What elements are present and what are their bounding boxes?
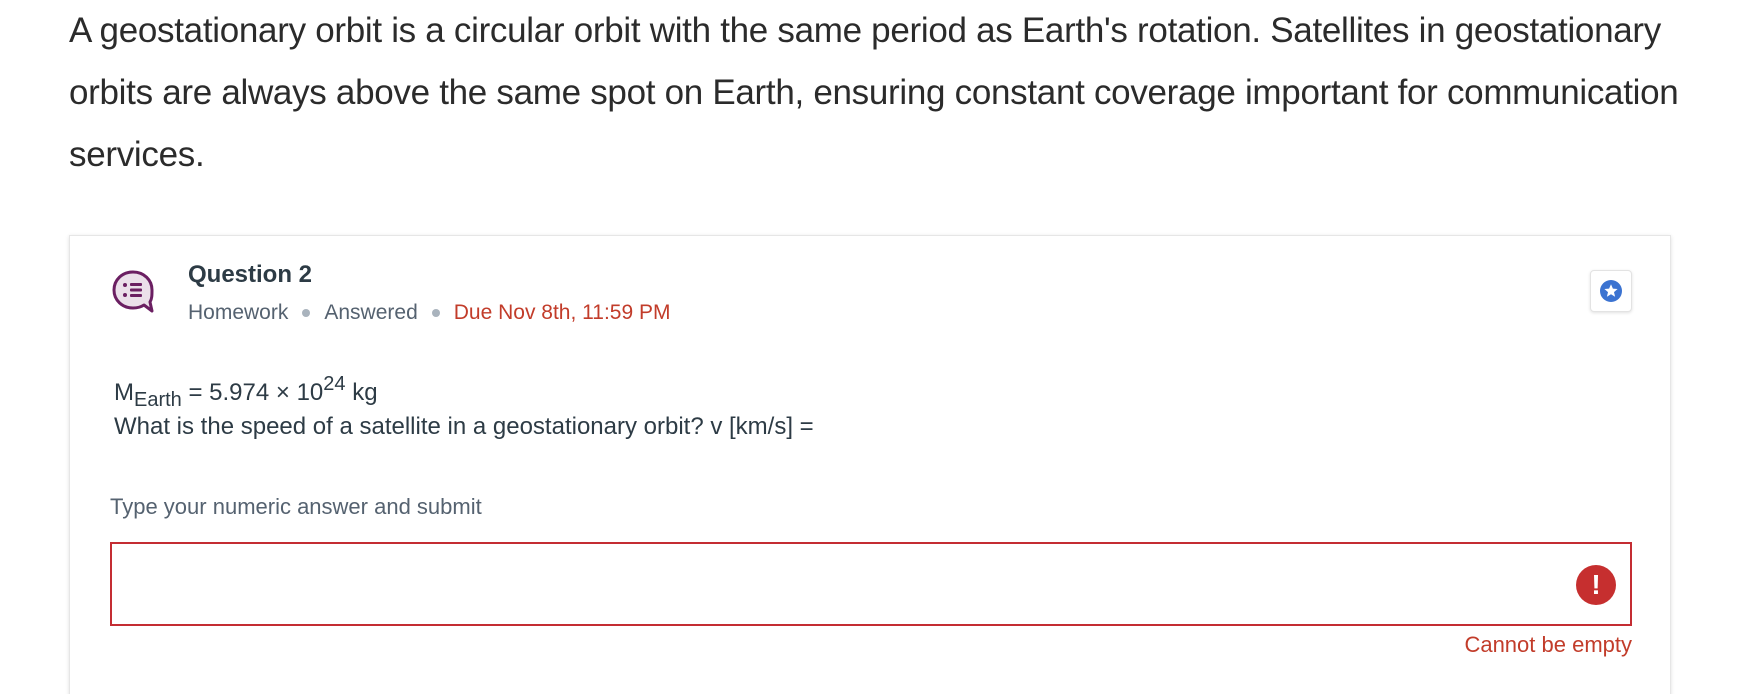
numeric-answer-input[interactable]: [112, 544, 1630, 624]
meta-separator-dot: [431, 309, 440, 317]
question-type: Homework: [188, 301, 289, 324]
mass-unit: kg: [345, 379, 378, 406]
answer-input-container: !: [110, 542, 1632, 626]
question-title: Question 2: [188, 261, 313, 288]
question-status: Answered: [324, 301, 418, 324]
meta-separator-dot: [302, 309, 311, 317]
given-value-line: MEarth = 5.974 × 1024 kg: [114, 373, 814, 411]
question-prompt: What is the speed of a satellite in a ge…: [114, 413, 814, 440]
mass-subscript: Earth: [134, 389, 182, 411]
bookmark-star-button[interactable]: [1590, 270, 1632, 312]
question-body: MEarth = 5.974 × 1024 kg What is the spe…: [114, 373, 814, 444]
mass-exponent: 24: [323, 373, 346, 395]
exclamation-icon: !: [1576, 565, 1616, 605]
question-header: Question 2 Homework Answered Due Nov 8th…: [188, 260, 670, 326]
question-chat-icon: [110, 269, 156, 315]
star-icon: [1600, 280, 1622, 302]
question-meta: Homework Answered Due Nov 8th, 11:59 PM: [188, 300, 670, 326]
answer-label: Type your numeric answer and submit: [110, 494, 482, 519]
question-card: Question 2 Homework Answered Due Nov 8th…: [69, 235, 1671, 694]
mass-equals: = 5.974 × 10: [181, 379, 324, 406]
mass-symbol: M: [114, 379, 134, 406]
question-due-date: Due Nov 8th, 11:59 PM: [453, 301, 671, 324]
intro-paragraph: A geostationary orbit is a circular orbi…: [69, 11, 1679, 174]
error-message: Cannot be empty: [1464, 632, 1632, 657]
